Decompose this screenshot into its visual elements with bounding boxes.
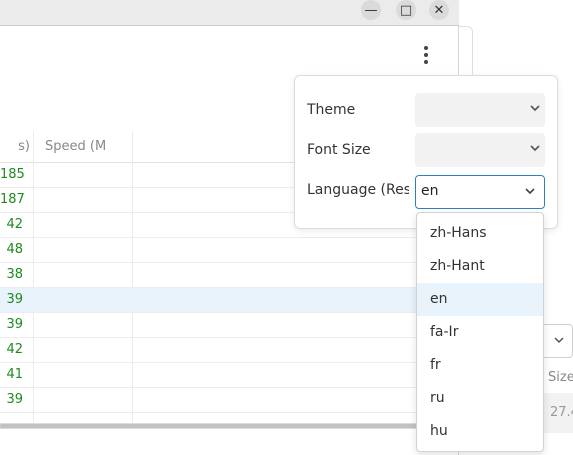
row-value: 185: [0, 167, 25, 182]
row-value: 39: [6, 317, 23, 332]
titlebar: — □ ✕: [0, 0, 459, 26]
close-icon: ✕: [433, 2, 445, 18]
maximize-button[interactable]: □: [396, 0, 416, 20]
maximize-icon: □: [399, 2, 413, 18]
size-value: 27.4: [550, 405, 573, 420]
minimize-button[interactable]: —: [361, 0, 381, 20]
table-row[interactable]: 38: [0, 263, 459, 288]
language-option-fr[interactable]: fr: [417, 349, 543, 382]
language-option-ru[interactable]: ru: [417, 382, 543, 415]
language-label: Language (Res: [307, 182, 409, 198]
minimize-icon: —: [364, 2, 378, 18]
language-select[interactable]: en: [415, 175, 545, 209]
table-row[interactable]: 42: [0, 338, 459, 363]
chevron-down-icon: [525, 188, 535, 195]
chevron-down-icon: [553, 334, 565, 349]
table-row[interactable]: 39: [0, 288, 459, 313]
font-size-select[interactable]: [415, 133, 545, 167]
close-button[interactable]: ✕: [429, 0, 449, 20]
language-option-zh-hans[interactable]: zh-Hans: [417, 217, 543, 250]
row-value: 42: [6, 342, 23, 357]
background-window-edge: [459, 26, 473, 76]
row-value: 187: [0, 192, 25, 207]
chevron-down-icon: [530, 145, 540, 152]
row-value: 38: [6, 267, 23, 282]
language-option-hu[interactable]: hu: [417, 415, 543, 448]
row-value: 39: [6, 392, 23, 407]
column-header-time[interactable]: s): [0, 139, 30, 154]
language-option-fa-ir[interactable]: fa-Ir: [417, 316, 543, 349]
language-dropdown-list: zh-Hans zh-Hant en fa-Ir fr ru hu: [416, 212, 544, 452]
table-row[interactable]: 39: [0, 313, 459, 338]
language-value: en: [421, 183, 439, 199]
table-row[interactable]: 41: [0, 363, 459, 388]
language-option-en[interactable]: en: [417, 283, 543, 316]
theme-label: Theme: [307, 102, 356, 118]
more-options-icon[interactable]: [420, 46, 432, 64]
table-row[interactable]: 39: [0, 388, 459, 413]
chevron-down-icon: [530, 105, 540, 112]
row-value: 42: [6, 217, 23, 232]
theme-select[interactable]: [415, 93, 545, 127]
row-value: 39: [6, 292, 23, 307]
language-option-zh-hant[interactable]: zh-Hant: [417, 250, 543, 283]
scrollbar-thumb[interactable]: [0, 424, 440, 428]
row-value: 41: [6, 367, 23, 382]
table-row[interactable]: 48: [0, 238, 459, 263]
font-size-label: Font Size: [307, 142, 371, 158]
row-value: 48: [6, 242, 23, 257]
size-column-header: Size: [548, 370, 573, 385]
column-header-speed[interactable]: Speed (M: [45, 139, 108, 154]
